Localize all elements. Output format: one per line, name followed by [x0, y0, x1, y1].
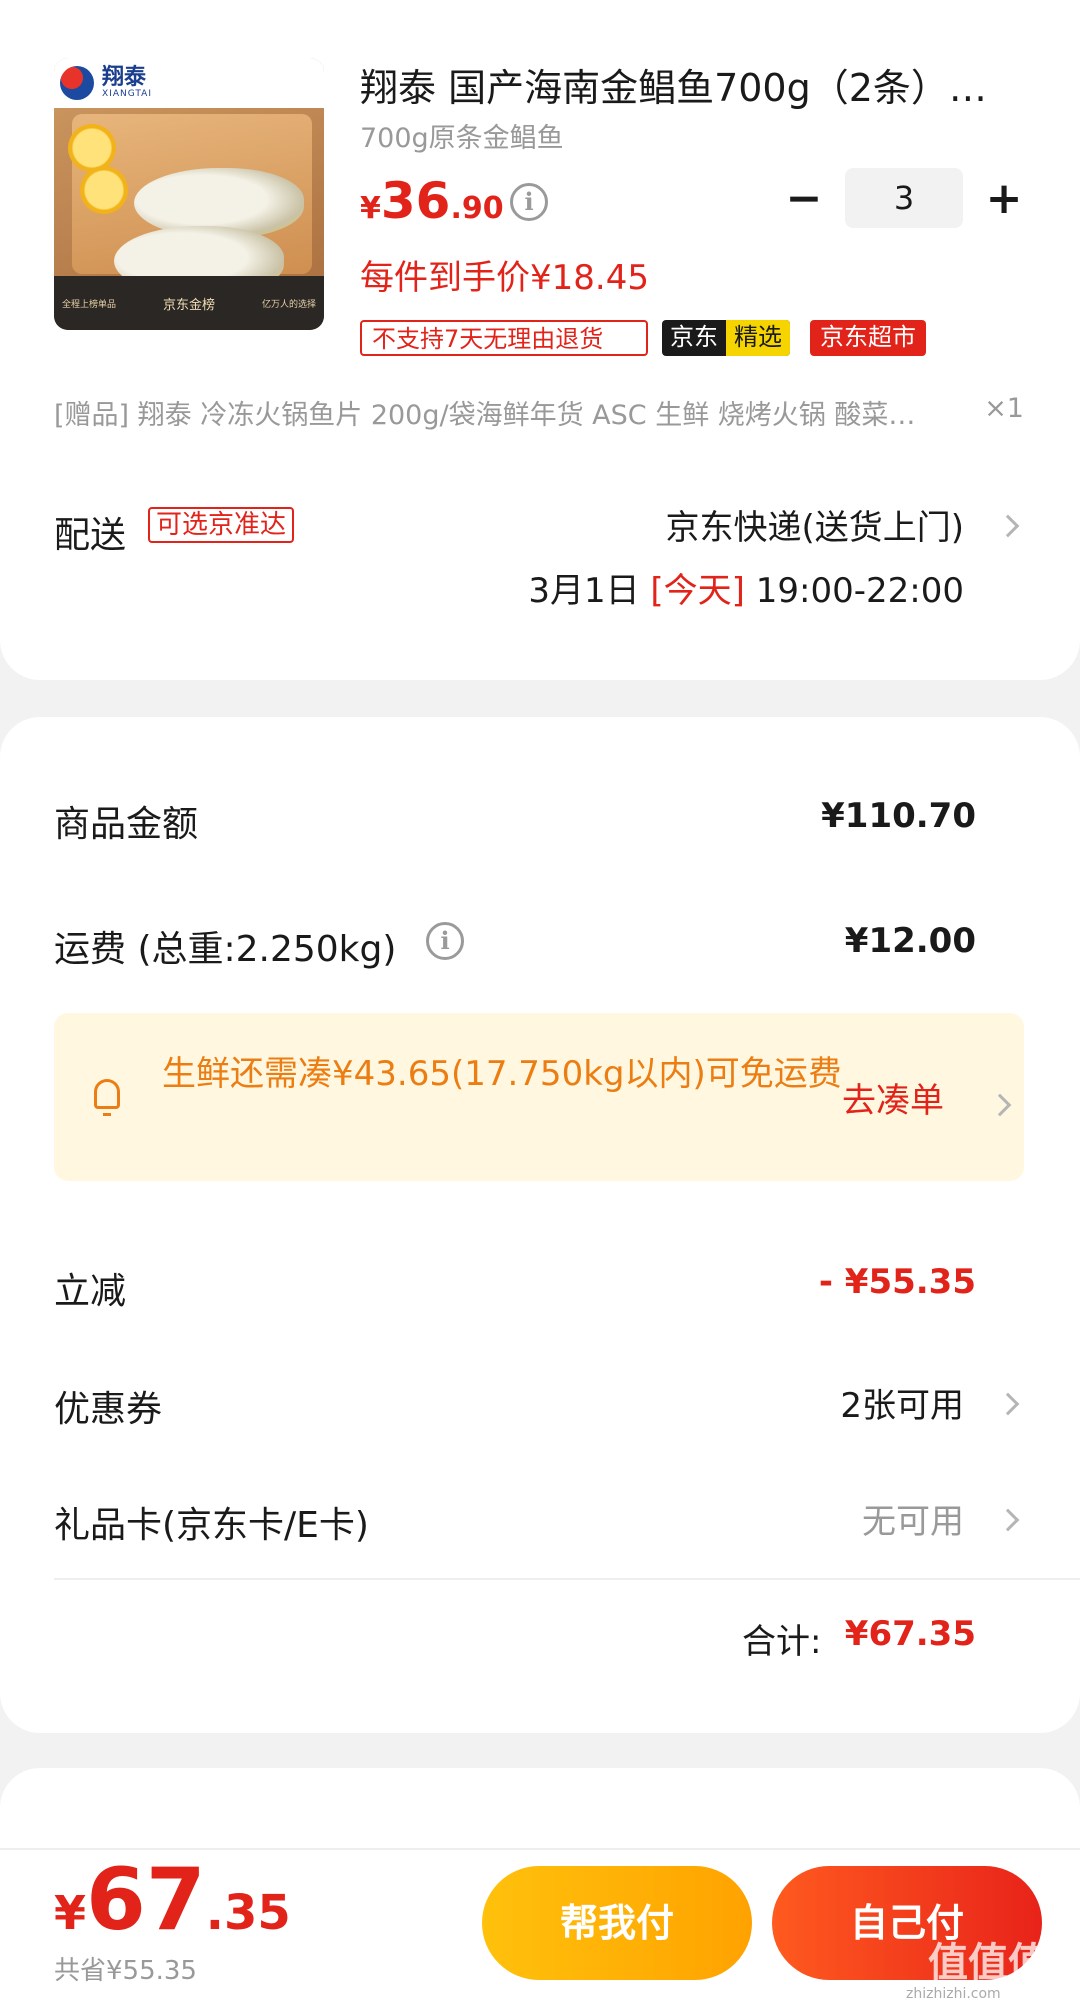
brand-logo: 翔泰 XIANGTAI [54, 58, 324, 108]
freight-value: ¥12.00 [844, 921, 976, 961]
price-info-icon[interactable]: i [510, 183, 548, 221]
divider [54, 1578, 1080, 1580]
delivery-time[interactable]: 3月1日 [今天] 19:00-22:00 [528, 563, 964, 612]
discount-label: 立减 [54, 1271, 127, 1312]
watermark-logo: 值值值 [928, 1940, 1048, 1986]
jzd-option-tag[interactable]: 可选京准达 [148, 507, 295, 543]
pay-total-currency: ¥ [54, 1886, 87, 1940]
delivery-date: 3月1日 [528, 571, 640, 611]
quantity-stepper: − 3 + [784, 168, 1024, 228]
no-return-tag: 不支持7天无理由退货 [360, 320, 648, 356]
product-image[interactable]: 翔泰 XIANGTAI 全程上榜单品 京东金榜 亿万人的选择 [54, 58, 324, 330]
total-value: ¥67.35 [844, 1614, 976, 1654]
freight-info-icon[interactable]: i [426, 922, 464, 960]
help-me-pay-button[interactable]: 帮我付 [482, 1866, 752, 1980]
gift-text: [赠品] 翔泰 冷冻火锅鱼片 200g/袋海鲜年货 ASC 生鲜 烧烤火锅 酸菜… [54, 400, 916, 431]
freight-label: 运费 (总重:2.250kg) [54, 929, 397, 970]
brand-name-en: XIANGTAI [102, 89, 152, 99]
pay-total-decimal: .35 [205, 1885, 291, 1941]
product-spec: 700g原条金鲳鱼 [360, 123, 564, 154]
image-footer-right: 亿万人的选择 [261, 299, 316, 310]
delivery-timeslot: 19:00-22:00 [755, 571, 964, 611]
bell-icon [94, 1079, 120, 1116]
image-footer-left: 全程上榜单品 [62, 299, 117, 310]
lemon-graphic [80, 166, 128, 214]
image-footer: 全程上榜单品 京东金榜 亿万人的选择 [54, 276, 324, 330]
giftcard-label[interactable]: 礼品卡(京东卡/E卡) [54, 1496, 369, 1548]
product-price: ¥36.90 [360, 172, 504, 230]
add-items-link[interactable]: 去凑单 [842, 1073, 944, 1122]
coupon-value[interactable]: 2张可用 [840, 1378, 964, 1427]
coupon-label[interactable]: 优惠券 [54, 1380, 162, 1432]
product-title[interactable]: 翔泰 国产海南金鲳鱼700g（2条）海… [360, 64, 1020, 112]
pay-total-integer: 67 [86, 1850, 206, 1950]
discount-value: - ¥55.35 [818, 1262, 976, 1302]
total-label: 合计: [742, 1622, 822, 1662]
lemon-graphic [68, 124, 116, 172]
delivery-method[interactable]: 京东快递(送货上门) [665, 500, 964, 549]
price-currency: ¥ [360, 191, 381, 226]
delivery-label: 配送 [54, 515, 127, 556]
jd-pick-tag-a: 京东 [670, 323, 718, 351]
saved-amount: 共省¥55.35 [54, 1956, 197, 1986]
brand-logo-icon [60, 66, 94, 100]
notice-text: 生鲜还需凑¥43.65(17.750kg以内)可免运费 [162, 1054, 842, 1094]
goods-amount-label: 商品金额 [54, 804, 199, 845]
quantity-input[interactable]: 3 [845, 168, 963, 228]
goods-amount-value: ¥110.70 [821, 796, 976, 836]
giftcard-value[interactable]: 无可用 [862, 1494, 964, 1543]
chevron-right-icon[interactable] [988, 1093, 1012, 1117]
free-shipping-notice[interactable]: 生鲜还需凑¥43.65(17.750kg以内)可免运费 去凑单 [54, 1013, 1024, 1181]
order-summary-card [0, 717, 1080, 1733]
plus-icon[interactable]: + [984, 173, 1024, 224]
jd-pick-tag: 京东 精选 [662, 320, 790, 356]
price-decimal: .90 [450, 191, 504, 226]
pay-total: ¥67.35 [54, 1850, 291, 1950]
gift-item[interactable]: [赠品] 翔泰 冷冻火锅鱼片 200g/袋海鲜年货 ASC 生鲜 烧烤火锅 酸菜… [54, 393, 1024, 432]
unit-price: 每件到手价¥18.45 [360, 258, 649, 298]
delivery-today: [今天] [650, 571, 745, 611]
price-integer: 36 [380, 172, 451, 230]
jd-supermarket-tag: 京东超市 [810, 320, 926, 356]
gift-quantity: ×1 [984, 393, 1024, 424]
watermark-url: zhizhizhi.com [906, 1986, 1001, 2002]
image-footer-mid: 京东金榜 [162, 297, 215, 313]
brand-name: 翔泰 [102, 65, 147, 90]
jd-pick-tag-b: 精选 [726, 320, 790, 356]
minus-icon[interactable]: − [784, 173, 824, 224]
